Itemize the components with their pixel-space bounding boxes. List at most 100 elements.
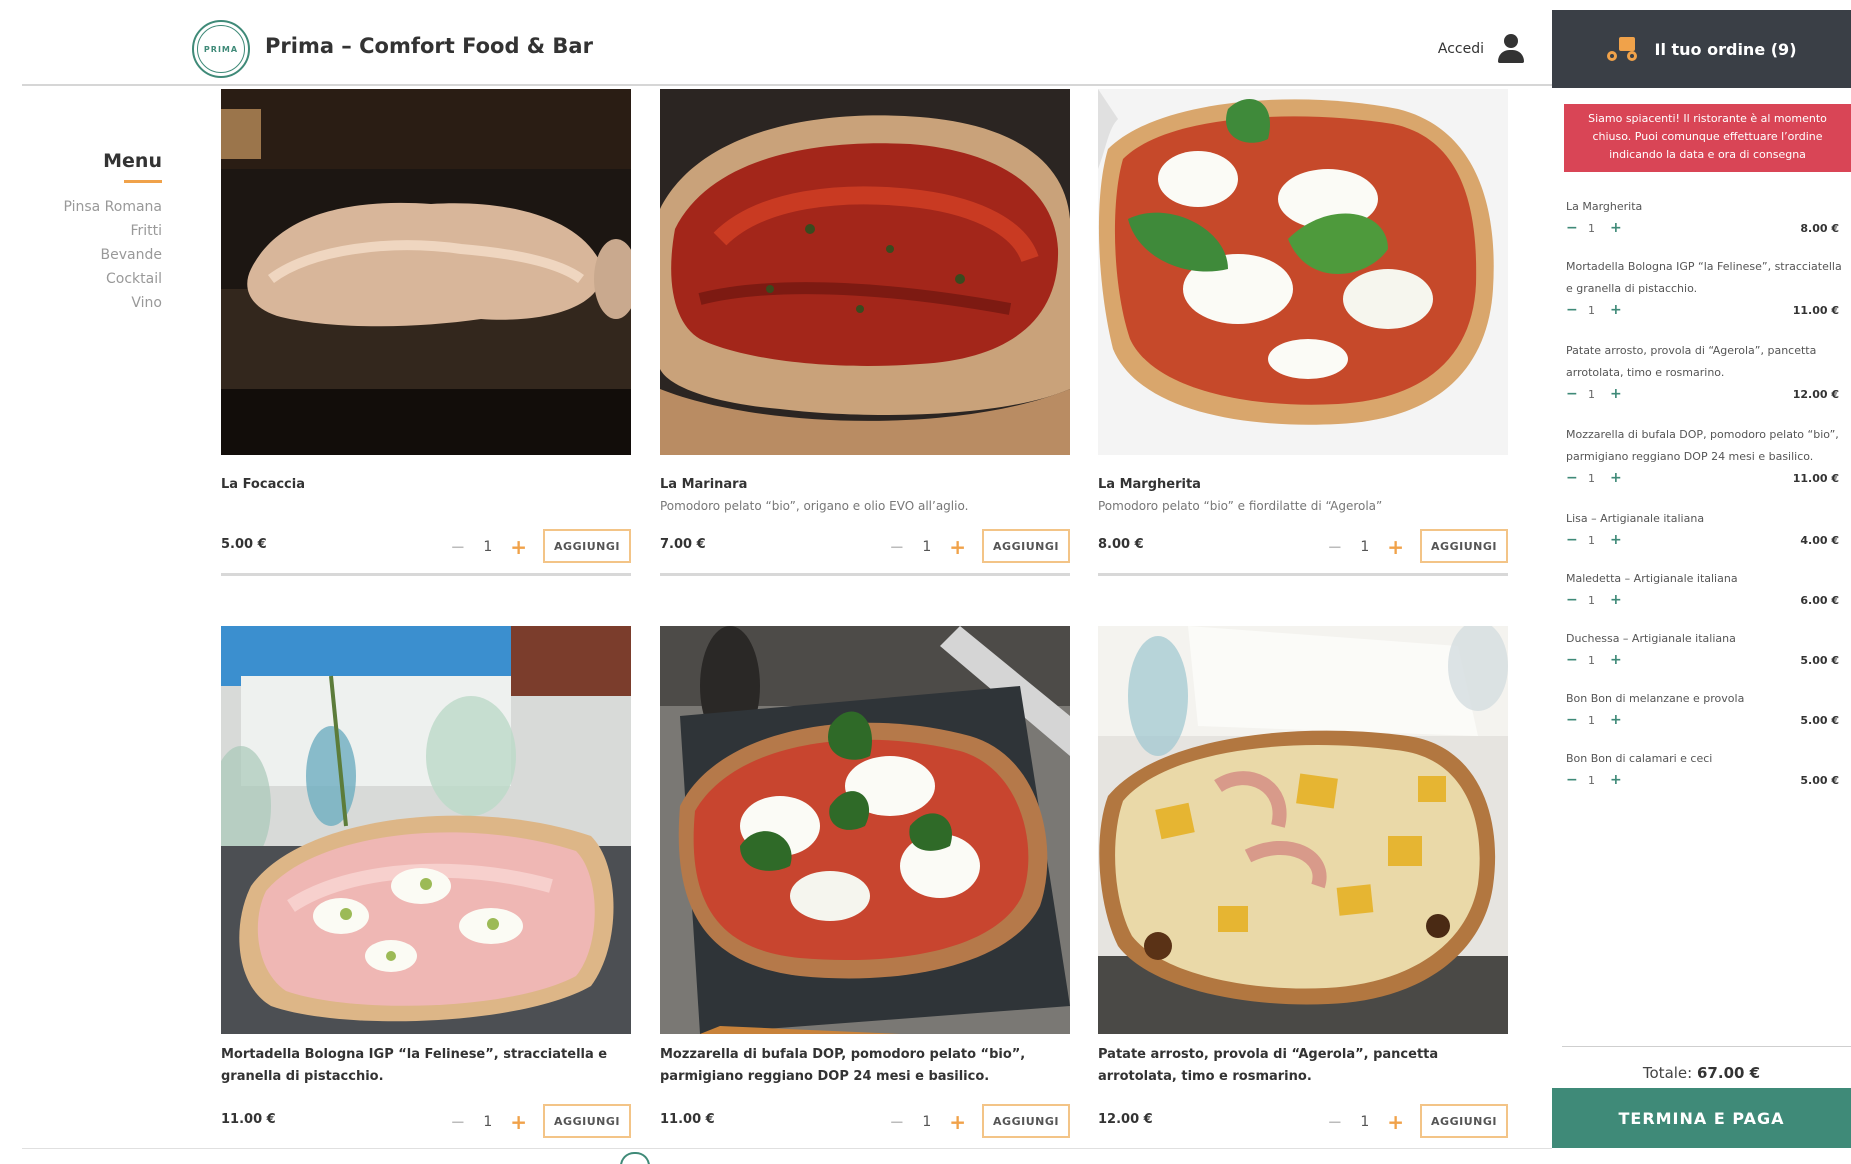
cart-item: Mortadella Bologna IGP “la Felinese”, st…	[1566, 256, 1851, 320]
menu-title-underline	[124, 180, 162, 183]
add-to-cart-button[interactable]: AGGIUNGI	[1420, 529, 1508, 563]
card-divider	[221, 573, 631, 576]
product-card: Mozzarella di bufala DOP, pomodoro pelat…	[660, 626, 1070, 1138]
add-to-cart-button[interactable]: AGGIUNGI	[543, 1104, 631, 1138]
cart-increase-button[interactable]: +	[1610, 532, 1632, 548]
cart-decrease-button[interactable]: −	[1566, 302, 1588, 318]
cart-increase-button[interactable]: +	[1610, 592, 1632, 608]
cart-item-name: Maledetta – Artigianale italiana	[1566, 572, 1738, 585]
add-to-cart-button[interactable]: AGGIUNGI	[543, 529, 631, 563]
product-name: La Margherita	[1098, 477, 1201, 492]
cart-item: Bon Bon di melanzane e provola − 1 + 5.0…	[1566, 688, 1851, 730]
cart-title: Il tuo ordine (9)	[1654, 39, 1797, 59]
cart-increase-button[interactable]: +	[1610, 220, 1632, 236]
cart-item-name: Bon Bon di calamari e ceci	[1566, 752, 1713, 765]
brand-logo-text: PRIMA	[197, 25, 245, 73]
cart-item-qty: 1	[1588, 593, 1595, 607]
menu-item-cocktail[interactable]: Cocktail	[40, 267, 162, 291]
product-card: La Marinara Pomodoro pelato “bio”, origa…	[660, 89, 1070, 576]
menu-item-fritti[interactable]: Fritti	[40, 219, 162, 243]
cart-increase-button[interactable]: +	[1610, 652, 1632, 668]
cart-item-qty: 1	[1588, 471, 1595, 485]
product-photo-margherita	[1098, 89, 1508, 455]
login-link[interactable]: Accedi	[1438, 34, 1524, 64]
quantity-value: 1	[483, 1114, 493, 1130]
cart-item: Bon Bon di calamari e ceci − 1 + 5.00 €	[1566, 748, 1851, 790]
decrease-quantity-button[interactable]: −	[1327, 537, 1342, 558]
menu-item-bevande[interactable]: Bevande	[40, 243, 162, 267]
cart-item-price: 6.00 €	[1800, 593, 1839, 607]
cart-item-qty: 1	[1588, 387, 1595, 401]
cart-decrease-button[interactable]: −	[1566, 772, 1588, 788]
login-label: Accedi	[1437, 41, 1484, 57]
cart-item: Maledetta – Artigianale italiana − 1 + 6…	[1566, 568, 1851, 610]
product-name: La Focaccia	[221, 477, 305, 492]
menu-item-vino[interactable]: Vino	[40, 291, 162, 315]
product-name: Patate arrosto, provola di “Agerola”, pa…	[1098, 1047, 1439, 1084]
footer-divider	[22, 1148, 1552, 1149]
cart-increase-button[interactable]: +	[1610, 470, 1632, 486]
increase-quantity-button[interactable]: +	[949, 535, 966, 559]
product-name: Mozzarella di bufala DOP, pomodoro pelat…	[660, 1047, 1026, 1084]
cart-total-label: Totale:	[1642, 1064, 1693, 1082]
quantity-stepper: − 1 +	[1327, 535, 1404, 559]
decrease-quantity-button[interactable]: −	[889, 537, 904, 558]
product-photo-marinara	[660, 89, 1070, 455]
cart-item-name: Lisa – Artigianale italiana	[1566, 512, 1705, 525]
decrease-quantity-button[interactable]: −	[1327, 1112, 1342, 1133]
quantity-stepper: − 1 +	[889, 535, 966, 559]
cart-decrease-button[interactable]: −	[1566, 652, 1588, 668]
cart-item-name: Duchessa – Artigianale italiana	[1566, 632, 1736, 645]
product-card: Patate arrosto, provola di “Agerola”, pa…	[1098, 626, 1508, 1138]
increase-quantity-button[interactable]: +	[510, 535, 527, 559]
cart-item-price: 11.00 €	[1792, 471, 1839, 485]
cart-decrease-button[interactable]: −	[1566, 386, 1588, 402]
product-price: 5.00 €	[221, 537, 267, 552]
order-cart-panel: Il tuo ordine (9) Siamo spiacenti! Il ri…	[1552, 10, 1851, 1164]
quantity-stepper: − 1 +	[1327, 1110, 1404, 1134]
cart-item-price: 5.00 €	[1800, 773, 1839, 787]
increase-quantity-button[interactable]: +	[510, 1110, 527, 1134]
cart-item-qty: 1	[1588, 653, 1595, 667]
cart-header[interactable]: Il tuo ordine (9)	[1552, 10, 1851, 88]
add-to-cart-button[interactable]: AGGIUNGI	[982, 1104, 1070, 1138]
add-to-cart-button[interactable]: AGGIUNGI	[1420, 1104, 1508, 1138]
cart-total: Totale: 67.00 €	[1552, 1064, 1851, 1082]
quantity-value: 1	[1360, 539, 1370, 555]
increase-quantity-button[interactable]: +	[1387, 1110, 1404, 1134]
product-name: Mortadella Bologna IGP “la Felinese”, st…	[221, 1047, 608, 1084]
menu-title: Menu	[103, 150, 162, 172]
cart-decrease-button[interactable]: −	[1566, 220, 1588, 236]
site-header: PRIMA Prima – Comfort Food & Bar Accedi	[22, 12, 1552, 86]
cart-item-name: Mozzarella di bufala DOP, pomodoro pelat…	[1566, 428, 1839, 463]
decrease-quantity-button[interactable]: −	[889, 1112, 904, 1133]
cart-increase-button[interactable]: +	[1610, 302, 1632, 318]
cart-item: Duchessa – Artigianale italiana − 1 + 5.…	[1566, 628, 1851, 670]
cart-item-name: La Margherita	[1566, 200, 1643, 213]
brand-title[interactable]: Prima – Comfort Food & Bar	[265, 34, 593, 58]
cart-item-price: 11.00 €	[1792, 303, 1839, 317]
product-card: La Focaccia 5.00 € − 1 + AGGIUNGI	[221, 89, 631, 576]
cart-increase-button[interactable]: +	[1610, 712, 1632, 728]
cart-decrease-button[interactable]: −	[1566, 470, 1588, 486]
product-price: 11.00 €	[660, 1112, 715, 1127]
cart-decrease-button[interactable]: −	[1566, 532, 1588, 548]
menu-item-pinsa-romana[interactable]: Pinsa Romana	[40, 195, 162, 219]
add-to-cart-button[interactable]: AGGIUNGI	[982, 529, 1070, 563]
cart-item-name: Mortadella Bologna IGP “la Felinese”, st…	[1566, 260, 1842, 295]
decrease-quantity-button[interactable]: −	[450, 1112, 465, 1133]
decrease-quantity-button[interactable]: −	[450, 537, 465, 558]
cart-increase-button[interactable]: +	[1610, 772, 1632, 788]
cart-decrease-button[interactable]: −	[1566, 712, 1588, 728]
quantity-value: 1	[922, 539, 932, 555]
cart-item: Patate arrosto, provola di “Agerola”, pa…	[1566, 340, 1851, 404]
cart-item-name: Patate arrosto, provola di “Agerola”, pa…	[1566, 344, 1817, 379]
cart-decrease-button[interactable]: −	[1566, 592, 1588, 608]
cart-increase-button[interactable]: +	[1610, 386, 1632, 402]
increase-quantity-button[interactable]: +	[1387, 535, 1404, 559]
cart-item-price: 8.00 €	[1800, 221, 1839, 235]
increase-quantity-button[interactable]: +	[949, 1110, 966, 1134]
footer-logo-icon	[620, 1152, 650, 1164]
checkout-pay-button[interactable]: TERMINA E PAGA	[1552, 1088, 1851, 1148]
brand-logo[interactable]: PRIMA	[192, 20, 250, 78]
